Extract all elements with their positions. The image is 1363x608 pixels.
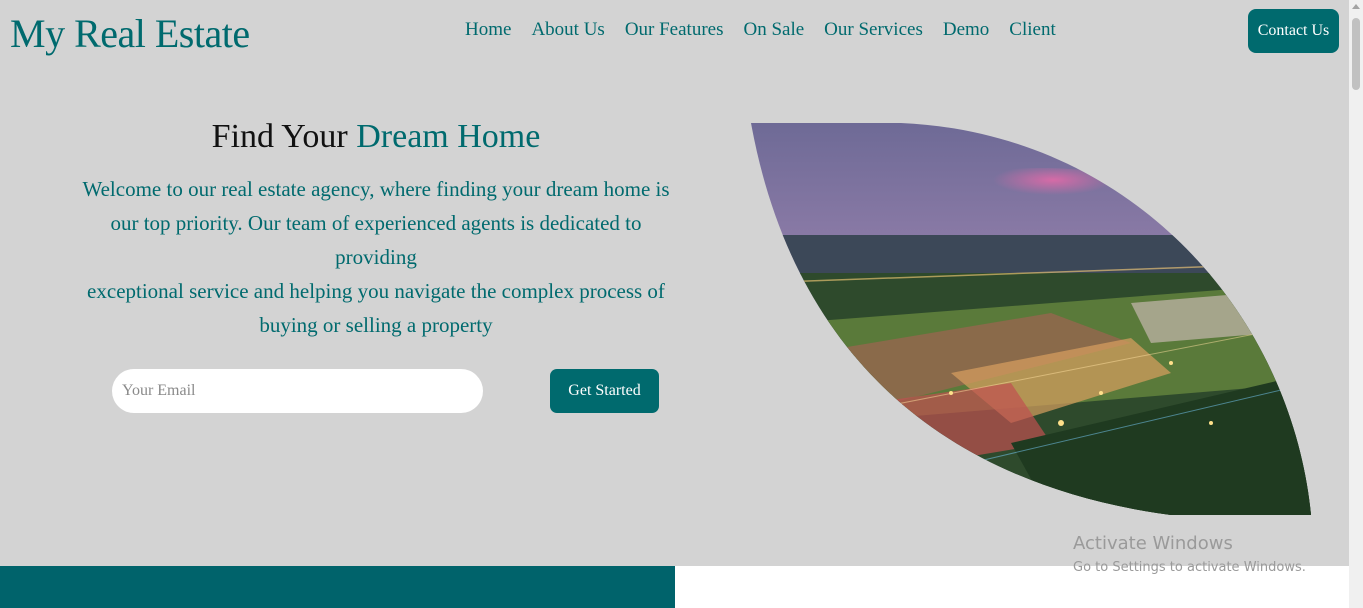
watermark-subtitle: Go to Settings to activate Windows.	[1073, 560, 1306, 575]
footer-teal-band	[0, 566, 675, 608]
get-started-button[interactable]: Get Started	[550, 369, 659, 413]
site-header: My Real Estate Home About Us Our Feature…	[0, 0, 1349, 62]
hero-paragraph-line: buying or selling a property	[259, 313, 493, 337]
hero-paragraph-line: exceptional service and helping you navi…	[87, 279, 665, 303]
contact-us-button[interactable]: Contact Us	[1248, 9, 1339, 53]
nav-our-services[interactable]: Our Services	[824, 19, 923, 41]
email-input[interactable]	[112, 369, 483, 413]
vertical-scrollbar[interactable]	[1349, 0, 1363, 608]
nav-home[interactable]: Home	[465, 19, 511, 41]
nav-client[interactable]: Client	[1009, 19, 1055, 41]
hero-paragraph-line: providing	[335, 245, 417, 269]
hero-paragraph-line: Welcome to our real estate agency, where…	[82, 177, 670, 201]
main-nav: Home About Us Our Features On Sale Our S…	[465, 19, 1056, 41]
nav-our-features[interactable]: Our Features	[625, 19, 724, 41]
hero-title: Find Your Dream Home	[80, 118, 672, 156]
scroll-up-icon[interactable]	[1352, 4, 1360, 9]
nav-about-us[interactable]: About Us	[531, 19, 604, 41]
hero-city-image	[751, 123, 1311, 515]
windows-activation-watermark: Activate Windows Go to Settings to activ…	[1073, 533, 1306, 575]
watermark-title: Activate Windows	[1073, 533, 1233, 554]
site-logo[interactable]: My Real Estate	[10, 10, 250, 57]
nav-on-sale[interactable]: On Sale	[743, 19, 804, 41]
nav-demo[interactable]: Demo	[943, 19, 989, 41]
hero-title-accent: Dream Home	[356, 118, 541, 155]
hero-paragraph: Welcome to our real estate agency, where…	[80, 172, 672, 342]
scrollbar-thumb[interactable]	[1352, 18, 1360, 90]
hero-paragraph-line: our top priority. Our team of experience…	[110, 211, 642, 235]
hero-title-plain: Find Your	[211, 118, 357, 155]
